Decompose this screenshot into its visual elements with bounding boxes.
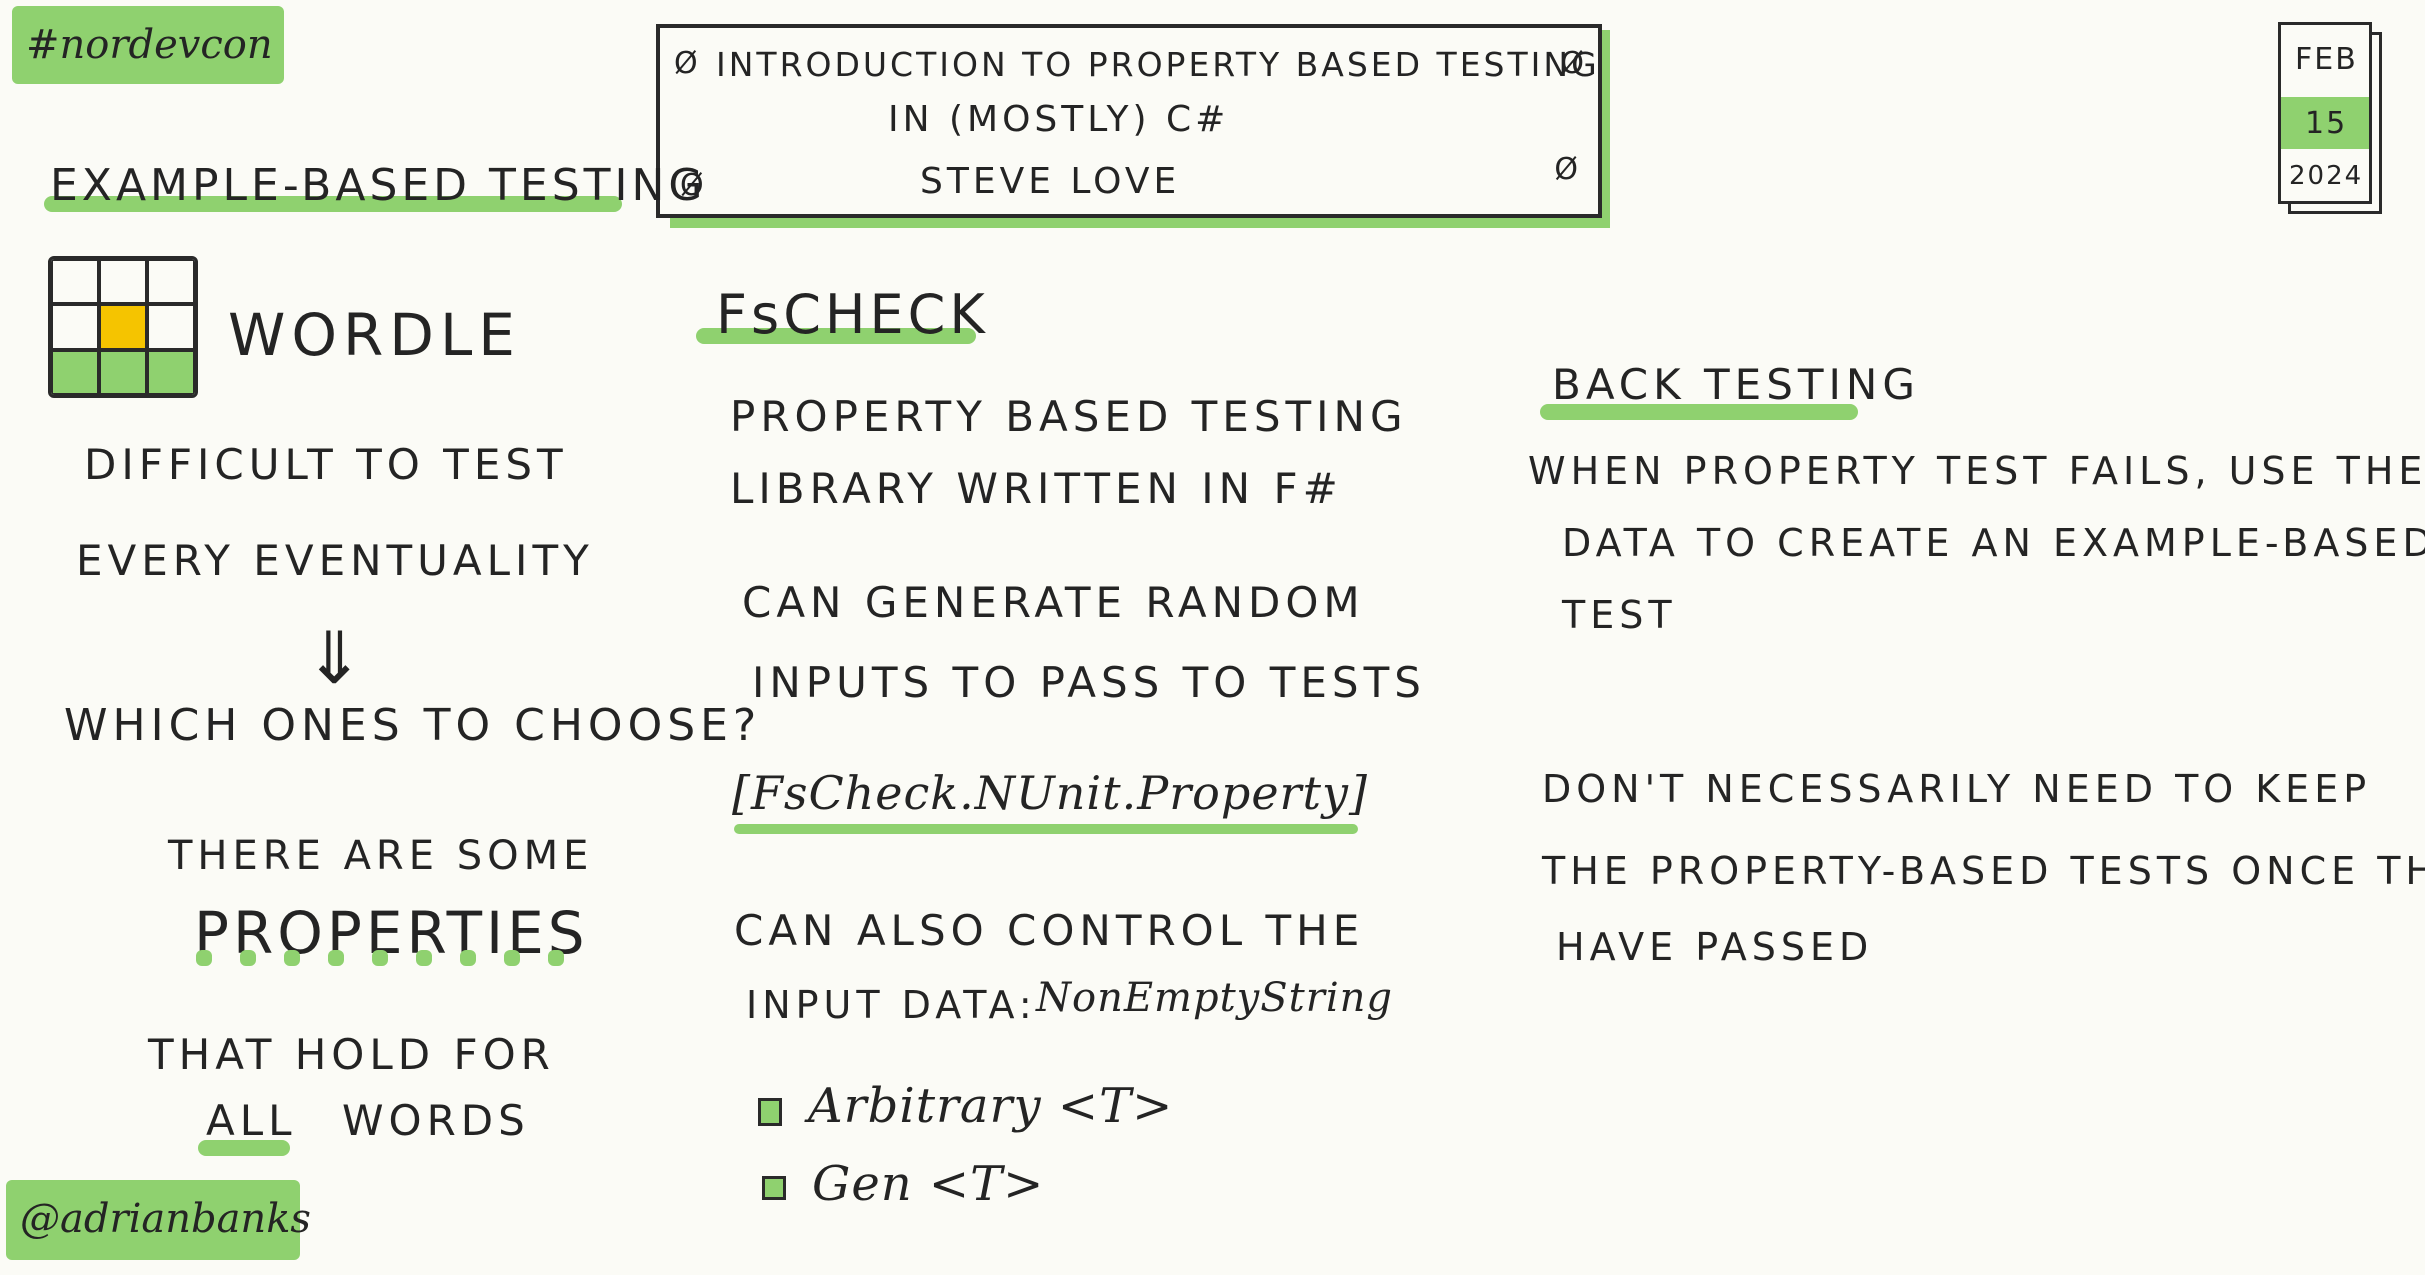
example-based-heading: EXAMPLE-BASED TESTING — [50, 160, 707, 211]
author-tag: @adrianbanks — [6, 1180, 311, 1260]
generate-line1: CAN GENERATE RANDOM — [742, 578, 1365, 627]
bullet-box-icon — [762, 1176, 786, 1200]
back-testing-heading: BACK TESTING — [1552, 360, 1920, 409]
generate-line2: INPUTS TO PASS TO TESTS — [752, 658, 1426, 707]
date-calendar: FEB 15 2024 — [2278, 22, 2382, 214]
control-line1: CAN ALSO CONTROL THE — [734, 906, 1365, 955]
hashtag-text: #nordevcon — [26, 22, 273, 68]
bullet-gen: Gen <T> — [812, 1156, 1045, 1212]
date-year: 2024 — [2289, 161, 2364, 191]
dont-line1: DON'T NECESSARILY NEED TO KEEP — [1542, 767, 2372, 811]
wordle-grid-icon — [48, 256, 198, 398]
bullet-box-icon — [758, 1098, 782, 1126]
words-text: WORDS — [342, 1096, 530, 1145]
title-box: Ø Ø Ø Ø INTRODUCTION TO PROPERTY BASED T… — [656, 24, 1602, 218]
hashtag-tag: #nordevcon — [12, 6, 284, 84]
attribute-underline — [734, 824, 1358, 834]
that-hold-text: THAT HOLD FOR — [148, 1030, 555, 1079]
date-day: 15 — [2305, 106, 2348, 141]
when-line3: TEST — [1562, 593, 1677, 637]
when-line1: WHEN PROPERTY TEST FAILS, USE THE — [1528, 449, 2425, 493]
dont-line3: HAVE PASSED — [1556, 925, 1874, 969]
fscheck-desc-line2: LIBRARY WRITTEN IN F# — [730, 464, 1343, 513]
nut-icon: Ø — [674, 46, 698, 81]
difficult-line2: EVERY EVENTUALITY — [76, 536, 594, 585]
when-line2: DATA TO CREATE AN EXAMPLE-BASED — [1562, 521, 2425, 565]
talk-title-line2: IN (MOSTLY) C# — [888, 99, 1230, 140]
difficult-line1: DIFFICULT TO TEST — [84, 440, 568, 489]
dont-line2: THE PROPERTY-BASED TESTS ONCE THEY — [1542, 849, 2425, 893]
fscheck-heading: FsCHECK — [716, 283, 989, 346]
author-text: @adrianbanks — [20, 1196, 311, 1242]
bullet-arbitrary: Arbitrary <T> — [808, 1078, 1174, 1134]
date-month: FEB — [2295, 42, 2358, 77]
control-line2: INPUT DATA: — [746, 983, 1037, 1027]
fscheck-desc-line1: PROPERTY BASED TESTING — [730, 392, 1408, 441]
speaker-name: STEVE LOVE — [920, 161, 1181, 202]
control-value: NonEmptyString — [1036, 975, 1394, 1021]
talk-title-line1: INTRODUCTION TO PROPERTY BASED TESTING — [716, 45, 1600, 84]
fscheck-attribute-code: [FsCheck.NUnit.Property] — [732, 766, 1368, 820]
properties-dotted-underline — [182, 950, 578, 970]
nut-icon: Ø — [1554, 152, 1578, 187]
all-text: ALL — [206, 1096, 297, 1145]
calendar-front-page: FEB 15 2024 — [2278, 22, 2372, 204]
there-are-some-text: THERE ARE SOME — [168, 833, 594, 879]
which-ones-text: WHICH ONES TO CHOOSE? — [64, 700, 762, 751]
down-arrow-icon: ⇓ — [304, 616, 365, 700]
wordle-label: WORDLE — [228, 301, 521, 369]
